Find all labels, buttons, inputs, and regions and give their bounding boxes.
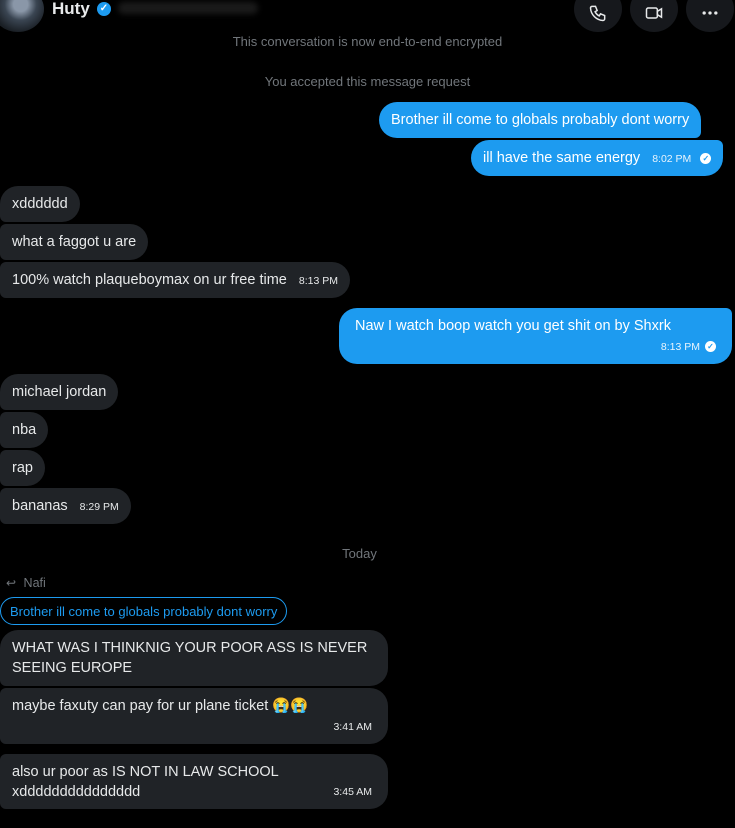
message-bubble-outgoing[interactable]: Naw I watch boop watch you get shit on b…	[339, 308, 732, 364]
message-text: ill have the same energy	[483, 150, 641, 166]
more-icon	[702, 11, 718, 15]
message-text: maybe faxuty can pay for ur plane ticket…	[12, 698, 309, 714]
reply-arrow-icon: ↩	[6, 576, 17, 590]
read-check-icon: ✓	[705, 340, 716, 352]
message-text: also ur poor as IS NOT IN LAW SCHOOL xdd…	[12, 764, 279, 800]
message-bubble-incoming[interactable]: xdddddd	[0, 186, 80, 222]
avatar[interactable]	[0, 0, 44, 32]
message-bubble-incoming[interactable]: what a faggot u are	[0, 224, 149, 260]
message-bubble-incoming[interactable]: WHAT WAS I THINKNIG YOUR POOR ASS IS NEV…	[0, 630, 388, 686]
reply-context: ↩ Nafi	[6, 576, 46, 590]
phone-icon	[589, 5, 606, 22]
message-time: 8:13 PM	[660, 341, 700, 353]
message-bubble-incoming[interactable]: maybe faxuty can pay for ur plane ticket…	[0, 688, 388, 744]
more-options-button[interactable]	[686, 0, 734, 32]
message-time: 3:41 AM	[333, 721, 372, 733]
message-time: 3:45 AM	[333, 786, 372, 798]
message-text: xdddddd	[12, 196, 68, 212]
message-text: what a faggot u are	[12, 234, 137, 250]
date-divider: Today	[342, 546, 377, 561]
message-bubble-incoming[interactable]: bananas 8:29 PM	[0, 488, 131, 524]
message-time: 8:29 PM	[79, 501, 119, 513]
contact-name[interactable]: Huty	[52, 0, 90, 19]
message-text: bananas	[12, 498, 68, 514]
reply-to-name: Nafi	[23, 576, 46, 590]
redacted-handle	[118, 2, 258, 14]
message-text: WHAT WAS I THINKNIG YOUR POOR ASS IS NEV…	[12, 640, 368, 676]
message-bubble-outgoing[interactable]: Brother ill come to globals probably don…	[379, 102, 702, 138]
video-icon	[645, 7, 663, 19]
verified-badge-icon: ✓	[97, 2, 111, 16]
quoted-message[interactable]: Brother ill come to globals probably don…	[0, 597, 288, 625]
call-button[interactable]	[574, 0, 622, 32]
message-text: 100% watch plaqueboymax on ur free time	[12, 272, 287, 288]
encryption-notice: This conversation is now end-to-end encr…	[232, 34, 503, 49]
message-bubble-incoming[interactable]: michael jordan	[0, 374, 119, 410]
video-call-button[interactable]	[630, 0, 678, 32]
message-bubble-incoming[interactable]: nba	[0, 412, 49, 448]
message-time: 8:02 PM	[652, 153, 692, 165]
read-check-icon: ✓	[700, 152, 712, 164]
message-text: rap	[12, 460, 33, 476]
message-text: Naw I watch boop watch you get shit on b…	[355, 318, 671, 334]
message-bubble-incoming[interactable]: 100% watch plaqueboymax on ur free time …	[0, 262, 350, 298]
message-bubble-incoming[interactable]: also ur poor as IS NOT IN LAW SCHOOL xdd…	[0, 754, 388, 809]
message-text: michael jordan	[12, 384, 107, 400]
accepted-request-notice: You accepted this message request	[264, 74, 471, 89]
message-text: Brother ill come to globals probably don…	[391, 112, 690, 128]
message-text: nba	[12, 422, 37, 438]
message-bubble-incoming[interactable]: rap	[0, 450, 45, 486]
message-meta: 8:13 PM ✓	[653, 336, 716, 357]
message-time: 8:13 PM	[298, 275, 338, 287]
message-bubble-outgoing[interactable]: ill have the same energy 8:02 PM ✓	[471, 140, 724, 176]
